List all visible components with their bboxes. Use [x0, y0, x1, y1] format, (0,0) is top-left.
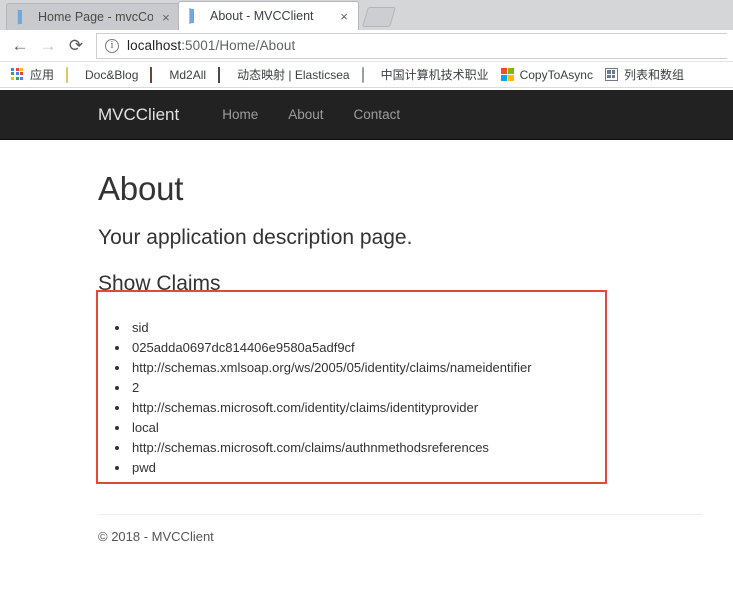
bookmark-label: 动态映射 | Elasticsea [237, 68, 350, 82]
document-icon [17, 9, 31, 25]
tab-title: About - MVCClient [210, 9, 314, 23]
forward-icon[interactable]: → [34, 32, 62, 60]
nav-link-home[interactable]: Home [207, 107, 273, 122]
bookmark-label: Md2All [169, 67, 207, 82]
new-tab-button[interactable] [362, 7, 396, 27]
bookmark-doc-blog[interactable]: Doc&Blog [60, 66, 144, 83]
address-bar[interactable]: i localhost:5001/Home/About [96, 32, 727, 59]
bookmark-label: 中国计算机技术职业 [380, 68, 489, 82]
bookmark-elasticsearch[interactable]: 动态映射 | Elasticsea [212, 66, 355, 83]
bookmark-lists-arrays[interactable]: 列表和数组 [599, 66, 690, 83]
table-icon [604, 67, 619, 82]
url-text: localhost:5001/Home/About [127, 38, 295, 53]
page-title: About [98, 170, 184, 207]
page-subtitle: Your application description page. [98, 226, 413, 249]
navbar-links: Home About Contact [207, 107, 415, 122]
reload-icon[interactable]: ⟳ [62, 32, 90, 60]
list-item: local [130, 418, 703, 438]
list-item: http://schemas.microsoft.com/claims/auth… [130, 438, 703, 458]
list-item: 025adda0697dc814406e9580a5adf9cf [130, 338, 703, 358]
bookmark-label: CopyToAsync [519, 67, 593, 82]
folder-icon [66, 66, 80, 83]
site-navbar: MVCClient Home About Contact [0, 90, 733, 140]
page-footer: © 2018 - MVCClient [98, 529, 214, 544]
microsoft-icon [500, 67, 515, 82]
claims-heading: Show Claims [98, 272, 221, 295]
site-info-icon[interactable]: i [105, 38, 119, 53]
bookmark-label: Doc&Blog [85, 67, 139, 82]
page-container: About Your application description page.… [0, 140, 733, 544]
bookmarks-bar: 应用 Doc&Blog Md2All 动态映射 | Elasticsea 中国计… [0, 62, 733, 88]
bookmark-china-cert[interactable]: 中国计算机技术职业 [356, 66, 495, 83]
navbar-brand[interactable]: MVCClient [98, 105, 179, 125]
nav-link-about[interactable]: About [273, 107, 338, 122]
close-icon[interactable]: × [159, 10, 173, 25]
page-icon [361, 66, 376, 83]
browser-tab-home-page[interactable]: Home Page - mvcCook × [6, 3, 180, 30]
list-item: pwd [130, 458, 703, 478]
close-icon[interactable]: × [336, 9, 352, 24]
claims-list: sid 025adda0697dc814406e9580a5adf9cf htt… [98, 306, 703, 478]
picture-icon [150, 66, 164, 83]
browser-tab-about[interactable]: About - MVCClient × [178, 1, 359, 30]
book-icon [218, 66, 232, 83]
browser-window: Home Page - mvcCook × About - MVCClient … [0, 0, 733, 601]
bookmark-md2all[interactable]: Md2All [144, 66, 212, 83]
back-icon[interactable]: ← [6, 32, 34, 60]
bookmark-label: 列表和数组 [623, 68, 684, 82]
apps-grid-icon [11, 67, 25, 82]
nav-link-contact[interactable]: Contact [339, 107, 416, 122]
browser-toolbar: ← → ⟳ i localhost:5001/Home/About [0, 30, 733, 62]
bookmark-apps[interactable]: 应用 [5, 66, 60, 83]
tab-title: Home Page - mvcCook [38, 10, 153, 24]
url-host: localhost [127, 38, 182, 53]
list-item: 2 [130, 378, 703, 398]
bookmark-copytoasync[interactable]: CopyToAsync [495, 67, 599, 82]
document-icon [189, 8, 203, 24]
tab-strip: Home Page - mvcCook × About - MVCClient … [0, 0, 733, 30]
bookmark-label: 应用 [30, 68, 55, 82]
list-item: sid [130, 318, 703, 338]
list-item: http://schemas.microsoft.com/identity/cl… [130, 398, 703, 418]
page-viewport: MVCClient Home About Contact About Your … [0, 90, 733, 601]
list-item: http://schemas.xmlsoap.org/ws/2005/05/id… [130, 358, 703, 378]
url-path: :5001/Home/About [181, 38, 296, 53]
